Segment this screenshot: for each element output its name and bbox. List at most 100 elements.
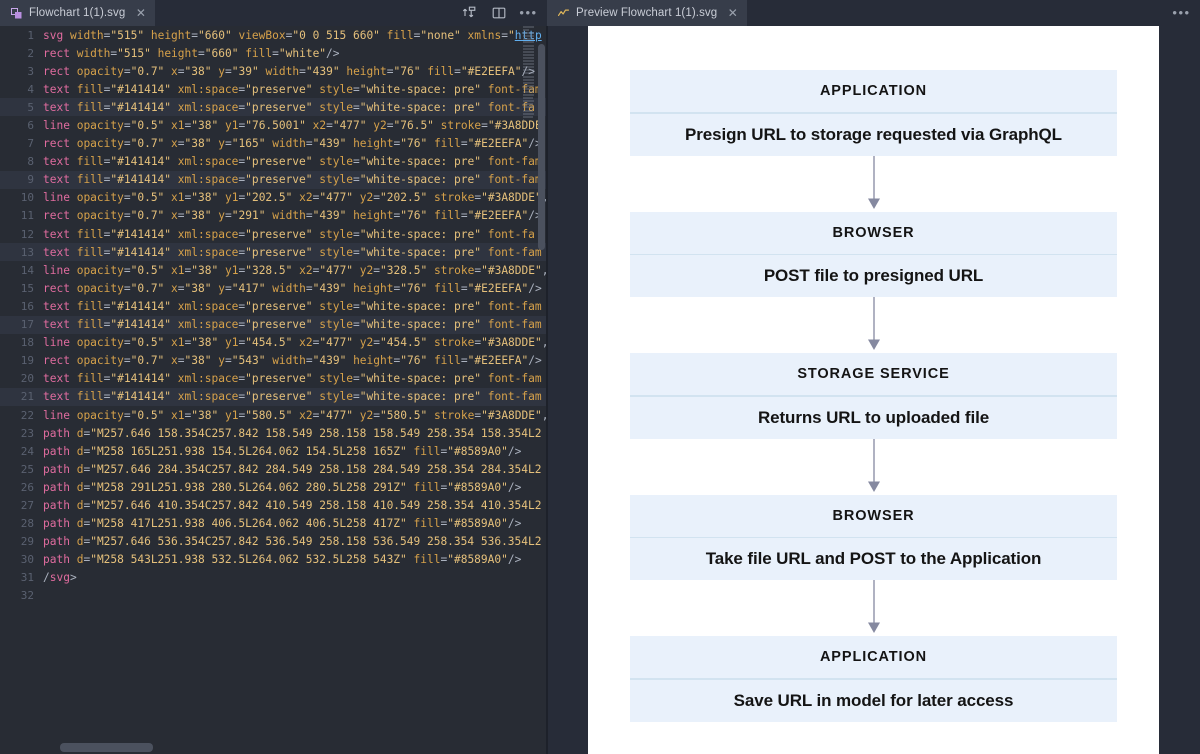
code-line[interactable]: 29path d="M257.646 536.354C257.842 536.5… <box>0 533 547 551</box>
token-sp <box>70 463 77 476</box>
code-line[interactable]: 24path d="M258 165L251.938 154.5L264.062… <box>0 442 547 460</box>
token-eq: = <box>353 372 360 385</box>
code-line[interactable]: 3rect opacity="0.7" x="38" y="39" width=… <box>0 62 547 80</box>
minimap-line <box>523 45 534 47</box>
code-line[interactable]: 25path d="M257.646 284.354C257.842 284.5… <box>0 460 547 478</box>
token-attr: height <box>353 209 393 222</box>
split-editor-icon[interactable] <box>490 5 507 22</box>
editor-minimap[interactable] <box>523 26 537 754</box>
code-line[interactable]: 14line opacity="0.5" x1="38" y1="328.5" … <box>0 261 547 279</box>
line-text: path d="M258 417L251.938 406.5L264.062 4… <box>43 517 521 530</box>
swap-panes-icon[interactable] <box>460 5 477 22</box>
code-line[interactable]: 26path d="M258 291L251.938 280.5L264.062… <box>0 478 547 496</box>
tab-flowchart-svg[interactable]: Flowchart 1(1).svg ✕ <box>0 0 155 26</box>
tab-close-icon[interactable]: ✕ <box>135 7 146 19</box>
code-line[interactable]: 9text fill="#141414" xml:space="preserve… <box>0 171 547 189</box>
line-number: 27 <box>0 499 43 512</box>
token-attr: style <box>319 390 353 403</box>
line-number: 17 <box>0 318 43 331</box>
code-line[interactable]: 10line opacity="0.5" x1="38" y1="202.5" … <box>0 189 547 207</box>
code-line[interactable]: 5text fill="#141414" xml:space="preserve… <box>0 98 547 116</box>
minimap-line <box>523 110 533 112</box>
code-line[interactable]: 6line opacity="0.5" x1="38" y1="76.5001"… <box>0 116 547 134</box>
token-tag: text <box>43 246 70 259</box>
code-editor-pane[interactable]: 1svg width="515" height="660" viewBox="0… <box>0 26 547 754</box>
minimap-line <box>523 72 534 74</box>
code-line[interactable]: 1svg width="515" height="660" viewBox="0… <box>0 26 547 44</box>
token-str: "660" <box>205 47 239 60</box>
line-number: 15 <box>0 282 43 295</box>
code-line[interactable]: 21text fill="#141414" xml:space="preserv… <box>0 388 547 406</box>
token-sp <box>171 83 178 96</box>
token-attr: width <box>77 47 111 60</box>
token-attr: y2 <box>360 264 373 277</box>
code-line[interactable]: 17text fill="#141414" xml:space="preserv… <box>0 316 547 334</box>
token-str: "76" <box>400 209 427 222</box>
minimap-line <box>523 60 534 62</box>
more-actions-icon[interactable]: ••• <box>1173 5 1190 22</box>
token-str: "white-space: pre" <box>360 246 481 259</box>
token-attr: width <box>265 65 299 78</box>
code-line[interactable]: 4text fill="#141414" xml:space="preserve… <box>0 80 547 98</box>
token-eq: = <box>225 137 232 150</box>
code-line[interactable]: 12text fill="#141414" xml:space="preserv… <box>0 225 547 243</box>
code-line[interactable]: 28path d="M258 417L251.938 406.5L264.062… <box>0 515 547 533</box>
code-line[interactable]: 30path d="M258 543L251.938 532.5L264.062… <box>0 551 547 569</box>
code-content[interactable]: 1svg width="515" height="660" viewBox="0… <box>0 26 547 754</box>
token-str: "202.5" <box>245 191 292 204</box>
token-str: "38" <box>191 409 218 422</box>
token-attr: x1 <box>171 119 184 132</box>
token-str: "580.5" <box>245 409 292 422</box>
code-line[interactable]: 18line opacity="0.5" x1="38" y1="454.5" … <box>0 334 547 352</box>
token-attr: fill <box>245 47 272 60</box>
code-line[interactable]: 2rect width="515" height="660" fill="whi… <box>0 44 547 62</box>
minimap-line <box>523 88 534 90</box>
line-text: line opacity="0.5" x1="38" y1="580.5" x2… <box>43 409 547 422</box>
flow-node-separator <box>630 112 1117 114</box>
token-str: "515" <box>110 29 144 42</box>
code-line[interactable]: 23path d="M257.646 158.354C257.842 158.5… <box>0 424 547 442</box>
code-line[interactable]: 8text fill="#141414" xml:space="preserve… <box>0 153 547 171</box>
editor-horizontal-scrollbar[interactable] <box>60 743 153 752</box>
code-line[interactable]: 16text fill="#141414" xml:space="preserv… <box>0 297 547 315</box>
token-str: "76" <box>400 282 427 295</box>
code-line[interactable]: 19rect opacity="0.7" x="38" y="543" widt… <box>0 352 547 370</box>
token-sp <box>70 372 77 385</box>
code-line[interactable]: 11rect opacity="0.7" x="38" y="291" widt… <box>0 207 547 225</box>
line-number: 21 <box>0 390 43 403</box>
svg-file-icon <box>11 8 22 19</box>
code-line[interactable]: 27path d="M257.646 410.354C257.842 410.5… <box>0 496 547 514</box>
token-eq: = <box>178 209 185 222</box>
token-str: "#141414" <box>110 246 171 259</box>
tab-preview-flowchart-svg[interactable]: Preview Flowchart 1(1).svg ✕ <box>547 0 747 26</box>
tab-close-icon[interactable]: ✕ <box>727 7 738 19</box>
token-str: "white-space: pre" <box>360 228 481 241</box>
token-eq: = <box>353 300 360 313</box>
token-sp <box>171 228 178 241</box>
token-eq: = <box>178 282 185 295</box>
code-line[interactable]: 22line opacity="0.5" x1="38" y1="580.5" … <box>0 406 547 424</box>
token-str: "preserve" <box>245 173 312 186</box>
flow-node-separator <box>630 395 1117 397</box>
flow-node-separator <box>630 678 1117 680</box>
token-attr: style <box>319 83 353 96</box>
token-sp <box>70 390 77 403</box>
code-line[interactable]: 13text fill="#141414" xml:space="preserv… <box>0 243 547 261</box>
minimap-line <box>523 41 534 43</box>
token-sp <box>218 409 225 422</box>
token-sp <box>481 372 488 385</box>
code-line[interactable]: 32 <box>0 587 547 605</box>
code-line[interactable]: 15rect opacity="0.7" x="38" y="417" widt… <box>0 279 547 297</box>
token-sp <box>481 228 488 241</box>
token-attr: fill <box>414 481 441 494</box>
code-line[interactable]: 7rect opacity="0.7" x="38" y="165" width… <box>0 135 547 153</box>
token-attr: stroke <box>434 264 474 277</box>
token-attr: x2 <box>299 264 312 277</box>
minimap-line <box>523 91 534 93</box>
code-line[interactable]: 20text fill="#141414" xml:space="preserv… <box>0 370 547 388</box>
token-str: "white-space: pre" <box>360 300 481 313</box>
more-actions-icon[interactable]: ••• <box>520 5 537 22</box>
editor-vertical-scrollbar[interactable] <box>538 44 545 250</box>
token-str: "39" <box>232 65 259 78</box>
code-line[interactable]: 31/svg> <box>0 569 547 587</box>
